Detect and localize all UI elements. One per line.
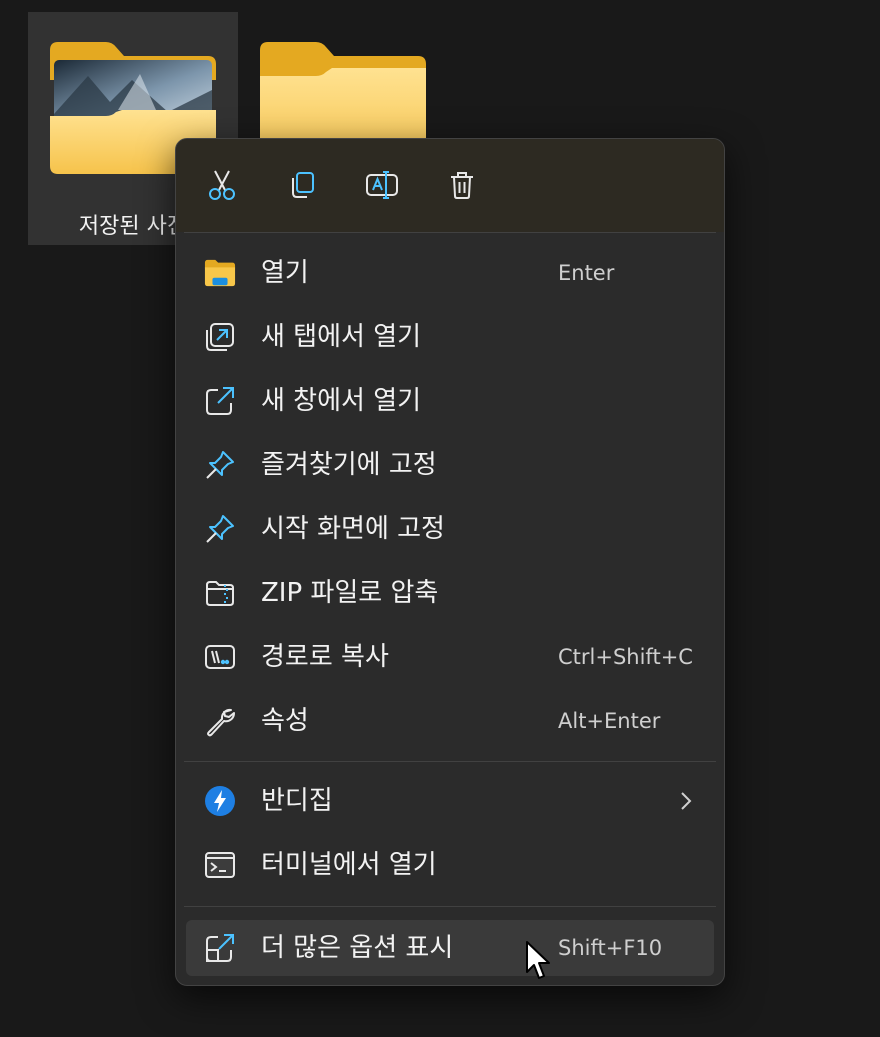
menu-item-copy-as-path[interactable]: 경로로 복사 Ctrl+Shift+C [186, 629, 714, 685]
bandizip-icon [204, 785, 236, 817]
rename-icon [366, 171, 398, 199]
pin-icon [204, 513, 236, 545]
menu-divider [184, 906, 716, 907]
menu-divider [184, 232, 716, 233]
wrench-icon [204, 705, 236, 737]
folder-open-icon [204, 257, 236, 289]
copy-icon [292, 172, 314, 198]
scissors-icon [209, 170, 235, 200]
menu-item-open[interactable]: 열기 Enter [186, 245, 714, 301]
menu-item-open-in-terminal[interactable]: 터미널에서 열기 [186, 837, 714, 893]
menu-item-bandizip[interactable]: 반디집 [186, 773, 714, 829]
menu-item-label: ZIP 파일로 압축 [261, 578, 439, 608]
menu-item-compress-to-zip[interactable]: ZIP 파일로 압축 [186, 565, 714, 621]
pin-icon [204, 449, 236, 481]
more-options-icon [204, 932, 236, 964]
zip-folder-icon [204, 577, 236, 609]
chevron-right-icon [681, 792, 692, 810]
menu-item-label: 즐겨찾기에 고정 [261, 450, 437, 480]
menu-divider [184, 761, 716, 762]
menu-item-shortcut: Enter [558, 261, 615, 285]
menu-item-pin-to-favorites[interactable]: 즐겨찾기에 고정 [186, 437, 714, 493]
menu-item-shortcut: Ctrl+Shift+C [558, 645, 693, 669]
menu-item-open-in-new-tab[interactable]: 새 탭에서 열기 [186, 309, 714, 365]
rename-button[interactable] [360, 163, 404, 207]
menu-item-properties[interactable]: 속성 Alt+Enter [186, 693, 714, 749]
menu-item-label: 반디집 [261, 786, 333, 816]
menu-item-label: 새 탭에서 열기 [261, 322, 422, 352]
delete-button[interactable] [440, 163, 484, 207]
menu-item-show-more-options[interactable]: 더 많은 옵션 표시 Shift+F10 [186, 920, 714, 976]
menu-item-pin-to-start[interactable]: 시작 화면에 고정 [186, 501, 714, 557]
menu-item-label: 터미널에서 열기 [261, 850, 437, 880]
menu-item-open-in-new-window[interactable]: 새 창에서 열기 [186, 373, 714, 429]
menu-item-shortcut: Shift+F10 [558, 936, 663, 960]
copy-path-icon [204, 641, 236, 673]
cut-button[interactable] [200, 163, 244, 207]
context-menu-toolbar [176, 139, 724, 232]
new-tab-icon [204, 321, 236, 353]
trash-icon [451, 172, 473, 199]
new-window-icon [204, 385, 236, 417]
menu-item-label: 열기 [261, 258, 309, 288]
context-menu: 열기 Enter 새 탭에서 열기 새 창에서 열기 즐겨찾기에 고정 시작 화… [175, 138, 725, 986]
menu-item-label: 경로로 복사 [261, 642, 389, 672]
mouse-cursor-icon [526, 941, 550, 979]
copy-button[interactable] [280, 163, 324, 207]
menu-item-shortcut: Alt+Enter [558, 709, 661, 733]
menu-item-label: 새 창에서 열기 [261, 386, 422, 416]
desktop: 저장된 사진 열기 Enter 새 탭에서 열기 새 창에서 열기 즐겨찾기에 … [0, 0, 880, 1037]
menu-item-label: 속성 [261, 706, 309, 736]
terminal-icon [204, 849, 236, 881]
menu-item-label: 더 많은 옵션 표시 [261, 933, 454, 963]
menu-item-label: 시작 화면에 고정 [261, 514, 445, 544]
